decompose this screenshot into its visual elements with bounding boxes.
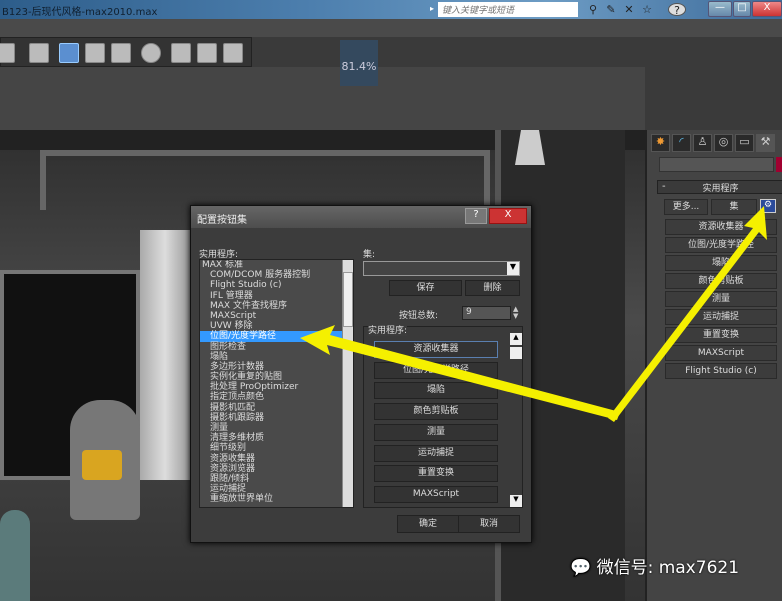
arrow-to-list-item bbox=[300, 325, 620, 420]
annotation-arrows bbox=[300, 206, 767, 422]
wechat-icon: 💬 bbox=[570, 558, 592, 578]
watermark-text: 微信号: max7621 bbox=[596, 558, 740, 578]
watermark: 💬 微信号: max7621 bbox=[570, 553, 739, 578]
arrow-to-config-icon bbox=[608, 206, 767, 422]
